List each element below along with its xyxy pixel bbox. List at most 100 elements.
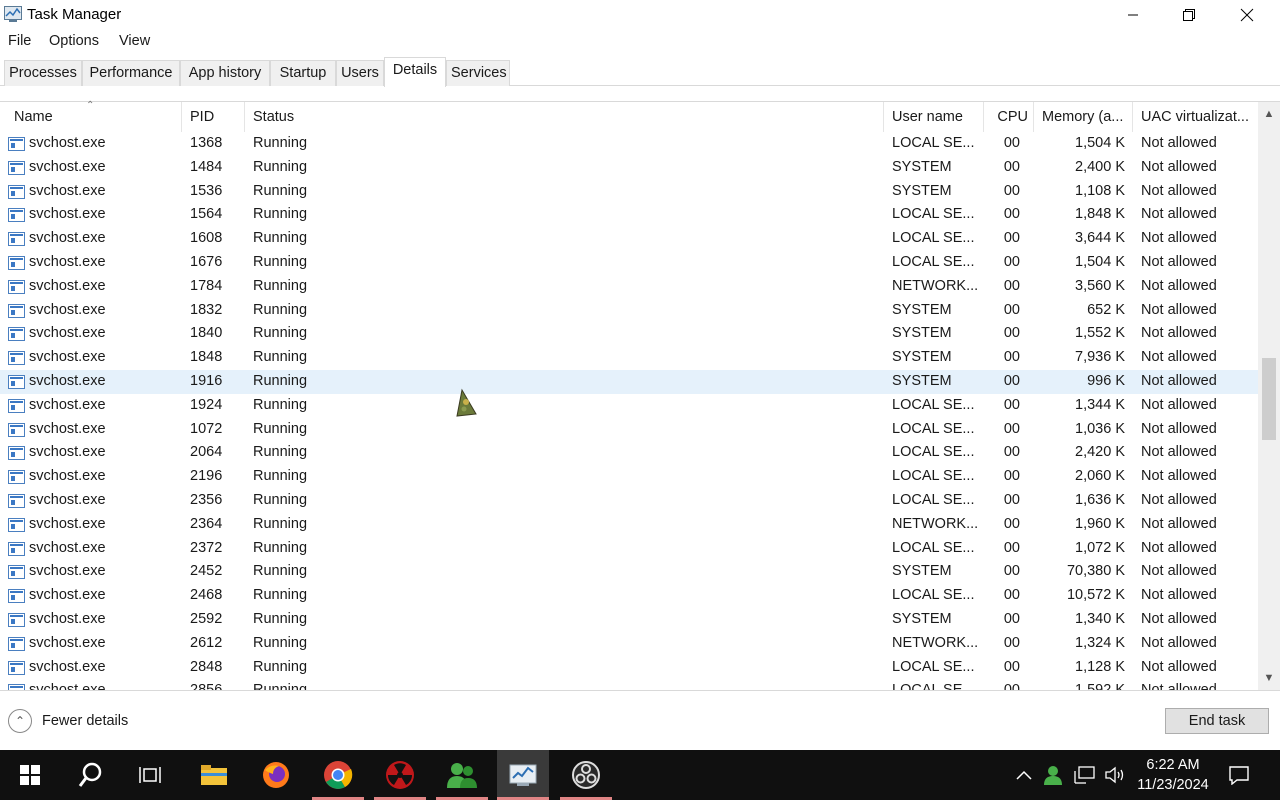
- table-row[interactable]: svchost.exe 1676 Running LOCAL SE... 00 1,504…: [0, 251, 1258, 275]
- scroll-down-arrow-icon[interactable]: ▼: [1258, 668, 1280, 688]
- chevron-up-icon[interactable]: ⌃: [8, 709, 32, 733]
- tab-processes[interactable]: Processes: [4, 60, 82, 86]
- cell-pid: 1072: [190, 420, 223, 437]
- column-header-user-name[interactable]: User name: [892, 102, 980, 132]
- minimize-button[interactable]: [1104, 0, 1162, 30]
- scroll-up-arrow-icon[interactable]: ▲: [1258, 104, 1280, 124]
- table-row[interactable]: svchost.exe 2468 Running LOCAL SE... 00 10,57…: [0, 584, 1258, 608]
- table-row[interactable]: svchost.exe 1564 Running LOCAL SE... 00 1,848…: [0, 203, 1258, 227]
- table-row[interactable]: svchost.exe 1536 Running SYSTEM 00 1,108 K Not…: [0, 180, 1258, 204]
- column-header-status[interactable]: Status: [253, 102, 878, 132]
- cell-name: svchost.exe: [29, 325, 106, 342]
- taskbar-chrome[interactable]: [312, 750, 364, 800]
- table-row[interactable]: svchost.exe 2452 Running SYSTEM 00 70,380 K No…: [0, 560, 1258, 584]
- close-button[interactable]: [1218, 0, 1276, 30]
- table-row[interactable]: svchost.exe 2612 Running NETWORK... 00 1,324 …: [0, 632, 1258, 656]
- table-row[interactable]: svchost.exe 1924 Running LOCAL SE... 00 1,344…: [0, 394, 1258, 418]
- table-row[interactable]: svchost.exe 1072 Running LOCAL SE... 00 1,036…: [0, 418, 1258, 442]
- cell-uac-virtualization: Not allowed: [1141, 492, 1217, 508]
- vertical-scrollbar[interactable]: ▲ ▼: [1258, 102, 1280, 690]
- cell-memory: 1,960 K: [1075, 515, 1125, 532]
- cell-memory: 1,340 K: [1075, 611, 1125, 627]
- table-row[interactable]: svchost.exe 1840 Running SYSTEM 00 1,552 K Not…: [0, 322, 1258, 346]
- column-header-uac-virtualization[interactable]: UAC virtualizat...: [1141, 102, 1255, 132]
- taskbar-radiation-app[interactable]: [374, 750, 426, 800]
- menu-options[interactable]: Options: [49, 33, 99, 49]
- menu-file[interactable]: File: [8, 33, 31, 49]
- show-hidden-icons-button[interactable]: [1012, 750, 1036, 800]
- cell-user-name: SYSTEM: [892, 563, 952, 580]
- table-row[interactable]: svchost.exe 2592 Running SYSTEM 00 1,340 K Not…: [0, 608, 1258, 632]
- cell-status: Running: [253, 658, 308, 675]
- process-icon: [8, 208, 25, 223]
- column-divider[interactable]: [1132, 102, 1133, 132]
- tab-startup[interactable]: Startup: [270, 60, 336, 86]
- action-center-button[interactable]: [1224, 750, 1254, 800]
- tray-volume[interactable]: [1102, 750, 1128, 800]
- cell-status: Running: [253, 515, 308, 532]
- close-icon: [1240, 8, 1254, 22]
- tab-performance[interactable]: Performance: [82, 60, 180, 86]
- taskbar-task-manager[interactable]: [497, 750, 549, 800]
- column-header-memory[interactable]: Memory (a...: [1042, 102, 1128, 132]
- cell-cpu: 00: [1003, 135, 1020, 151]
- task-view-button[interactable]: [124, 750, 176, 800]
- title-bar[interactable]: Task Manager: [0, 0, 1280, 30]
- cell-memory: 652 K: [1087, 301, 1125, 318]
- cell-uac-virtualization: Not allowed: [1141, 682, 1255, 690]
- tray-people-app[interactable]: [1040, 750, 1066, 800]
- cell-pid: 1676: [190, 254, 223, 270]
- table-row[interactable]: svchost.exe 2196 Running LOCAL SE... 00 2,060…: [0, 465, 1258, 489]
- column-divider[interactable]: [983, 102, 984, 132]
- tab-users[interactable]: Users: [336, 60, 384, 86]
- cell-user-name: LOCAL SE...: [892, 396, 975, 413]
- column-header-cpu[interactable]: CPU: [990, 102, 1028, 132]
- tab-details[interactable]: Details: [384, 57, 446, 87]
- process-icon: [8, 565, 25, 580]
- process-icon: [8, 589, 25, 604]
- tab-services[interactable]: Services: [446, 60, 510, 86]
- search-button[interactable]: [64, 750, 116, 800]
- table-row[interactable]: svchost.exe 1848 Running SYSTEM 00 7,936 K Not…: [0, 346, 1258, 370]
- fewer-details-label[interactable]: Fewer details: [42, 713, 128, 729]
- table-row[interactable]: svchost.exe 1484 Running SYSTEM 00 2,400 K Not…: [0, 156, 1258, 180]
- cell-pid: 1916: [190, 373, 223, 389]
- menu-view[interactable]: View: [119, 33, 150, 49]
- table-row[interactable]: svchost.exe 2856 Running LOCAL SE... 00 1,592…: [0, 679, 1258, 690]
- taskbar-clock[interactable]: 6:22 AM 11/23/2024: [1128, 755, 1218, 795]
- tab-app-history[interactable]: App history: [180, 60, 270, 86]
- column-header-name[interactable]: Name: [14, 102, 179, 132]
- taskbar-obs[interactable]: [560, 750, 612, 800]
- table-row[interactable]: svchost.exe 2848 Running LOCAL SE... 00 1,128…: [0, 656, 1258, 680]
- column-header-pid[interactable]: PID: [190, 102, 242, 132]
- cell-memory: 70,380 K: [1066, 563, 1125, 580]
- fewer-details-toggle[interactable]: ⌃ Fewer details: [8, 709, 128, 733]
- tray-network[interactable]: [1072, 750, 1098, 800]
- table-row[interactable]: svchost.exe 2372 Running LOCAL SE... 00 1,072…: [0, 537, 1258, 561]
- table-row[interactable]: svchost.exe 1784 Running NETWORK... 00 3,560 …: [0, 275, 1258, 299]
- scrollbar-thumb[interactable]: [1262, 358, 1276, 440]
- restore-button[interactable]: [1160, 0, 1218, 30]
- cell-status: Running: [253, 563, 308, 580]
- cell-uac-virtualization: Not allowed: [1141, 539, 1217, 556]
- table-row[interactable]: svchost.exe 2364 Running NETWORK... 00 1,960 …: [0, 513, 1258, 537]
- column-divider[interactable]: [1033, 102, 1034, 132]
- column-divider[interactable]: [883, 102, 884, 132]
- table-row[interactable]: svchost.exe 1368 Running LOCAL SE... 00 1,504…: [0, 132, 1258, 156]
- cell-uac-virtualization: Not allowed: [1141, 634, 1217, 651]
- table-row[interactable]: svchost.exe 2064 Running LOCAL SE... 00 2,420…: [0, 441, 1258, 465]
- taskbar-file-explorer[interactable]: [188, 750, 240, 800]
- column-divider[interactable]: [244, 102, 245, 132]
- table-row[interactable]: svchost.exe 1916 Running SYSTEM 00 996 K Not a…: [0, 370, 1258, 394]
- end-task-button[interactable]: End task: [1165, 708, 1269, 734]
- table-row[interactable]: svchost.exe 1832 Running SYSTEM 00 652 K Not a…: [0, 299, 1258, 323]
- taskbar-people-app[interactable]: [436, 750, 488, 800]
- table-row[interactable]: svchost.exe 1608 Running LOCAL SE... 00 3,644…: [0, 227, 1258, 251]
- start-button[interactable]: [4, 750, 56, 800]
- taskbar-firefox[interactable]: [250, 750, 302, 800]
- table-row[interactable]: svchost.exe 2356 Running LOCAL SE... 00 1,636…: [0, 489, 1258, 513]
- cell-memory: 996 K: [1087, 373, 1125, 389]
- cell-user-name: LOCAL SE...: [892, 682, 980, 690]
- cell-memory: 1,848 K: [1075, 206, 1125, 223]
- column-divider[interactable]: [181, 102, 182, 132]
